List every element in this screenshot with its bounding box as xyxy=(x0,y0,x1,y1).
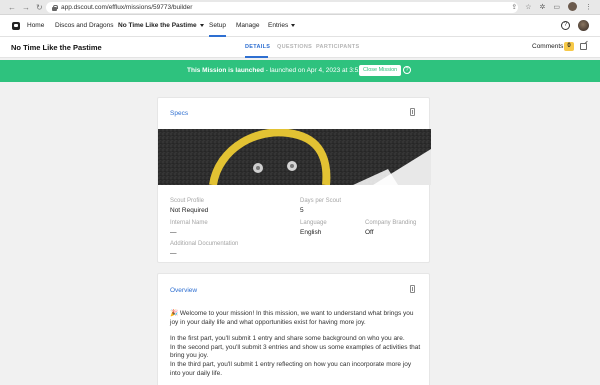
field-value-additional-documentation: — xyxy=(170,250,177,257)
banner-launch-date: - launched on Apr 4, 2023 at 3:51 pm xyxy=(263,67,373,74)
browser-menu-icon[interactable]: ⋮ xyxy=(585,3,592,11)
nav-mission-label: No Time Like the Pastime xyxy=(118,22,197,29)
overview-paragraph: In the third part, you'll submit 1 entry… xyxy=(170,360,412,377)
field-label-internal-name: Internal Name xyxy=(170,220,208,226)
banner-text: This Mission is launched - launched on A… xyxy=(187,67,373,74)
browser-toolbar-icons: ⇪ ☆ ✲ ▭ ⋮ xyxy=(511,2,592,11)
mission-header: No Time Like the Pastime DETAILS QUESTIO… xyxy=(0,37,600,58)
overview-paragraph: In the first part, you'll submit 1 entry… xyxy=(170,335,405,343)
field-label-additional-documentation: Additional Documentation xyxy=(170,241,239,247)
overview-paragraph: 🎉 Welcome to your mission! In this missi… xyxy=(170,310,414,326)
field-value-language: English xyxy=(300,229,322,236)
page-title: No Time Like the Pastime xyxy=(11,43,102,52)
nav-manage[interactable]: Manage xyxy=(236,15,260,37)
field-label-company-branding: Company Branding xyxy=(365,220,417,226)
close-mission-button[interactable]: Close Mission xyxy=(359,65,402,76)
nav-entries-dropdown[interactable]: Entries xyxy=(268,15,296,37)
launch-status-banner: This Mission is launched - launched on A… xyxy=(0,60,600,82)
comments-count-badge: 0 xyxy=(564,42,574,51)
field-label-scout-profile: Scout Profile xyxy=(170,198,205,204)
mobile-preview-icon[interactable] xyxy=(410,108,415,116)
mobile-preview-icon[interactable] xyxy=(410,285,415,293)
nav-setup[interactable]: Setup xyxy=(209,15,226,37)
browser-profile-avatar[interactable] xyxy=(568,2,577,11)
cover-image-illustration xyxy=(158,129,431,185)
nav-entries-label: Entries xyxy=(268,22,289,29)
field-label-days-per-scout: Days per Scout xyxy=(300,198,342,204)
avatar[interactable] xyxy=(578,20,589,31)
tab-details[interactable]: DETAILS xyxy=(245,44,270,50)
reload-icon[interactable]: ↻ xyxy=(36,3,43,12)
dscout-logo-icon[interactable] xyxy=(12,21,20,30)
browser-nav-buttons: ← → ↻ xyxy=(0,3,46,12)
sidebar-icon[interactable]: ▭ xyxy=(553,3,560,11)
active-tab-indicator xyxy=(245,56,268,58)
nav-home[interactable]: Home xyxy=(27,15,44,37)
specs-card: Specs Scout Profile Not Required Days pe… xyxy=(157,97,431,263)
help-icon[interactable]: ? xyxy=(561,21,570,30)
banner-status: This Mission is launched xyxy=(187,67,264,74)
overview-body: 🎉 Welcome to your mission! In this missi… xyxy=(170,310,422,378)
browser-chrome: ← → ↻ app.dscout.com/efflux/missions/597… xyxy=(0,0,600,15)
forward-icon[interactable]: → xyxy=(22,3,30,12)
nav-mission-dropdown[interactable]: No Time Like the Pastime xyxy=(118,15,204,37)
specs-title: Specs xyxy=(170,110,189,117)
field-value-scout-profile: Not Required xyxy=(170,207,209,214)
banner-help-icon[interactable]: ? xyxy=(403,66,411,74)
nav-project[interactable]: Discos and Dragons xyxy=(55,15,114,37)
app-top-nav: Home Discos and Dragons No Time Like the… xyxy=(0,15,600,37)
tab-questions[interactable]: QUESTIONS xyxy=(277,44,312,50)
field-label-language: Language xyxy=(300,220,327,226)
chevron-down-icon xyxy=(199,23,204,27)
overview-card: Overview 🎉 Welcome to your mission! In t… xyxy=(157,273,430,385)
external-link-icon[interactable] xyxy=(580,43,587,50)
chevron-down-icon xyxy=(291,23,296,27)
comments-button[interactable]: Comments xyxy=(532,43,563,50)
share-page-icon[interactable]: ⇪ xyxy=(511,3,517,11)
mission-cover-image xyxy=(158,129,431,185)
tab-participants[interactable]: PARTICIPANTS xyxy=(316,44,359,50)
address-bar[interactable]: app.dscout.com/efflux/missions/59773/bui… xyxy=(46,2,518,13)
field-value-internal-name: — xyxy=(170,229,177,236)
field-value-days-per-scout: 5 xyxy=(300,207,304,214)
url-text: app.dscout.com/efflux/missions/59773/bui… xyxy=(61,4,193,11)
overview-title: Overview xyxy=(170,287,198,294)
bookmark-star-icon[interactable]: ☆ xyxy=(525,3,531,11)
lock-icon xyxy=(52,4,58,11)
extensions-icon[interactable]: ✲ xyxy=(540,3,546,11)
back-icon[interactable]: ← xyxy=(8,3,16,12)
overview-paragraph: In the second part, you'll submit 3 entr… xyxy=(170,343,421,360)
field-value-company-branding: Off xyxy=(365,229,374,236)
